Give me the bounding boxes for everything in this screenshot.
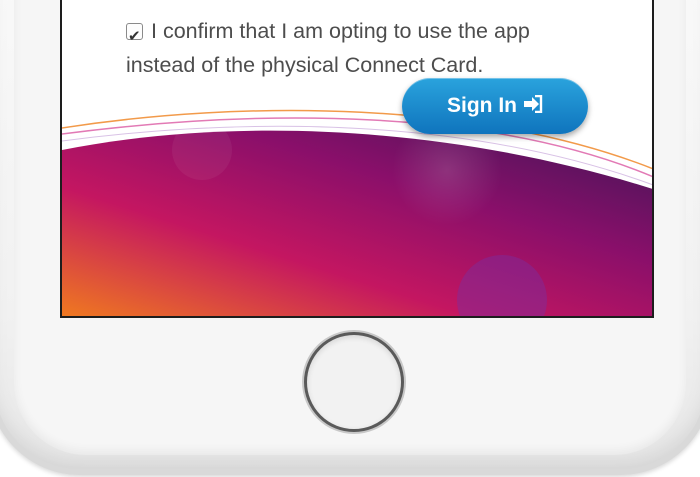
- phone-screen: I confirm that I am opting to use the ap…: [60, 0, 654, 318]
- sign-in-icon: [523, 94, 543, 118]
- confirm-option: I confirm that I am opting to use the ap…: [126, 14, 586, 82]
- sign-in-button[interactable]: Sign In: [402, 78, 588, 134]
- confirm-text: I confirm that I am opting to use the ap…: [126, 19, 530, 77]
- confirm-checkbox[interactable]: [126, 20, 143, 54]
- sign-in-label: Sign In: [447, 94, 517, 117]
- home-button[interactable]: [304, 332, 404, 432]
